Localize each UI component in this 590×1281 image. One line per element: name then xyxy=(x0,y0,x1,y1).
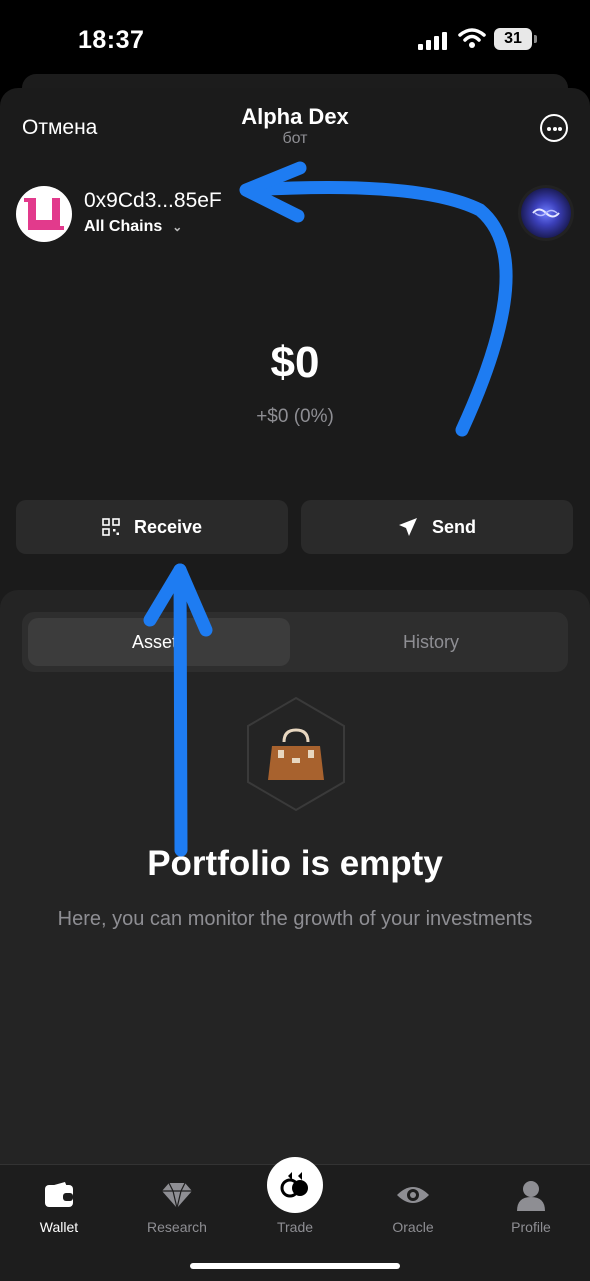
status-time: 18:37 xyxy=(78,26,145,54)
tab-history[interactable]: History xyxy=(300,618,562,666)
ai-assistant-icon[interactable] xyxy=(521,188,571,238)
wallet-icon xyxy=(45,1182,73,1207)
receive-button[interactable]: Receive xyxy=(16,500,288,554)
wifi-icon xyxy=(458,28,486,48)
bottom-navigation: Wallet Research Trade Oracle Profile xyxy=(0,1157,590,1281)
nav-trade[interactable] xyxy=(267,1157,323,1213)
avatar-logo-icon xyxy=(24,198,64,230)
avatar[interactable] xyxy=(16,186,72,242)
nav-profile[interactable]: Profile xyxy=(476,1177,586,1235)
nav-profile-label: Profile xyxy=(511,1219,551,1235)
eye-icon xyxy=(397,1187,429,1203)
trade-icon xyxy=(280,1172,308,1198)
empty-portfolio-illustration xyxy=(238,696,354,812)
nav-research-label: Research xyxy=(147,1219,207,1235)
more-options-button[interactable] xyxy=(540,114,568,142)
mini-app-sheet: Отмена Alpha Dex бот 0x9Cd3...85eF All C… xyxy=(0,88,590,1280)
waveform-icon xyxy=(532,208,560,218)
person-icon xyxy=(517,1181,545,1211)
signal-icon xyxy=(418,32,447,50)
nav-research[interactable]: Research xyxy=(122,1177,232,1235)
app-title: Alpha Dex xyxy=(241,104,349,129)
status-bar: 18:37 31 xyxy=(0,0,590,80)
nav-oracle[interactable]: Oracle xyxy=(358,1177,468,1235)
send-arrow-icon xyxy=(398,518,417,536)
qr-code-icon xyxy=(102,518,120,536)
nav-wallet-label: Wallet xyxy=(39,1219,79,1235)
diamond-icon xyxy=(162,1182,192,1209)
wallet-address[interactable]: 0x9Cd3...85eF xyxy=(84,189,222,213)
nav-trade-label: Trade xyxy=(276,1219,314,1235)
empty-state-description: Here, you can monitor the growth of your… xyxy=(57,908,533,930)
balance-change: +$0 (0%) xyxy=(256,406,334,427)
tab-bar-segmented: Assets History xyxy=(22,612,568,672)
nav-oracle-label: Oracle xyxy=(392,1219,434,1235)
app-subtitle: бот xyxy=(282,130,308,147)
tab-assets[interactable]: Assets xyxy=(28,618,290,666)
chain-selector[interactable]: All Chains ⌄ xyxy=(84,218,182,236)
chain-selector-label: All Chains xyxy=(84,218,163,235)
home-indicator xyxy=(190,1263,400,1269)
handbag-icon xyxy=(268,728,324,780)
chevron-down-icon: ⌄ xyxy=(172,220,183,234)
empty-state-title: Portfolio is empty xyxy=(147,844,443,883)
send-label: Send xyxy=(431,516,476,537)
send-button[interactable]: Send xyxy=(301,500,573,554)
receive-label: Receive xyxy=(133,516,203,537)
battery-icon: 31 xyxy=(494,28,538,50)
total-balance: $0 xyxy=(270,338,320,387)
battery-level: 31 xyxy=(494,28,532,50)
nav-wallet[interactable]: Wallet xyxy=(4,1177,114,1235)
